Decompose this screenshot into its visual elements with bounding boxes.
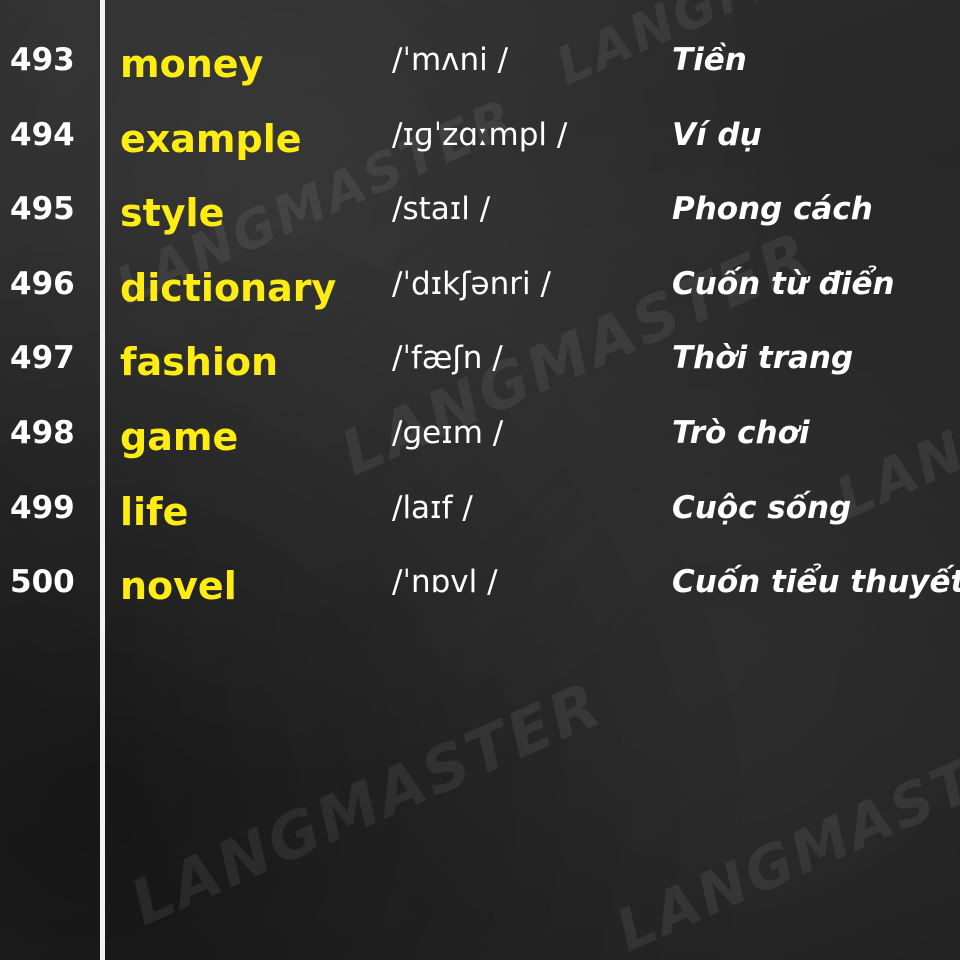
entry-number: 493 [10, 42, 75, 78]
entry-number: 494 [10, 117, 75, 153]
vietnamese-meaning: Ví dụ [672, 117, 762, 153]
english-word: fashion [120, 340, 279, 384]
vocabulary-board: LANGMASTER LANGMASTER LANGMASTER LANGMAS… [0, 0, 960, 960]
vietnamese-meaning: Trò chơi [672, 415, 810, 451]
vocabulary-row: 500 novel /ˈnɒvl / Cuốn tiểu thuyết [0, 562, 960, 637]
pronunciation: /ˈdɪkʃənri / [392, 266, 551, 302]
watermark-logo: LANGMASTER [606, 709, 960, 960]
pronunciation: /staɪl / [392, 191, 491, 227]
entry-number: 500 [10, 564, 75, 600]
english-word: example [120, 117, 302, 161]
pronunciation: /ˈnɒvl / [392, 564, 498, 600]
entry-number: 495 [10, 191, 75, 227]
vocabulary-row: 496 dictionary /ˈdɪkʃənri / Cuốn từ điển [0, 264, 960, 339]
vietnamese-meaning: Phong cách [672, 191, 873, 227]
entry-number: 497 [10, 340, 75, 376]
vietnamese-meaning: Cuốn tiểu thuyết [672, 564, 960, 600]
pronunciation: /ɡeɪm / [392, 415, 504, 451]
pronunciation: /laɪf / [392, 490, 473, 526]
vocabulary-row: 497 fashion /ˈfæʃn / Thời trang [0, 338, 960, 413]
vocabulary-row: 498 game /ɡeɪm / Trò chơi [0, 413, 960, 488]
english-word: dictionary [120, 266, 337, 310]
vocabulary-row: 493 money /ˈmʌni / Tiền [0, 40, 960, 115]
vocabulary-row: 499 life /laɪf / Cuộc sống [0, 488, 960, 563]
watermark-logo: LANGMASTER [120, 666, 614, 940]
pronunciation: /ˈfæʃn / [392, 340, 503, 376]
english-word: money [120, 42, 264, 86]
entry-number: 496 [10, 266, 75, 302]
pronunciation: /ɪɡˈzɑːmpl / [392, 117, 568, 153]
vietnamese-meaning: Thời trang [672, 340, 854, 376]
vocabulary-row: 495 style /staɪl / Phong cách [0, 189, 960, 264]
english-word: life [120, 490, 189, 534]
english-word: novel [120, 564, 237, 608]
vietnamese-meaning: Cuốn từ điển [672, 266, 895, 302]
english-word: game [120, 415, 239, 459]
vietnamese-meaning: Tiền [672, 42, 747, 78]
pronunciation: /ˈmʌni / [392, 42, 509, 78]
entry-number: 499 [10, 490, 75, 526]
vocabulary-row: 494 example /ɪɡˈzɑːmpl / Ví dụ [0, 115, 960, 190]
vietnamese-meaning: Cuộc sống [672, 490, 852, 526]
entry-number: 498 [10, 415, 75, 451]
english-word: style [120, 191, 225, 235]
